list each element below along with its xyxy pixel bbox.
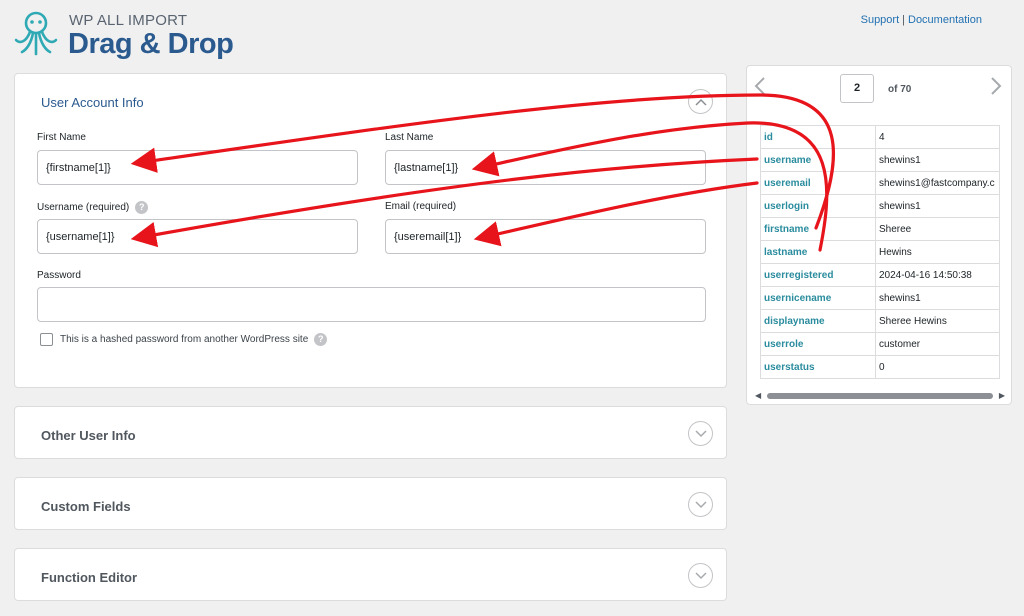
email-field[interactable]: {useremail[1]} <box>385 219 706 254</box>
other-user-info-panel[interactable]: Other User Info <box>14 406 727 459</box>
scroll-right-icon[interactable]: ▶ <box>999 391 1005 400</box>
password-field[interactable] <box>37 287 706 322</box>
table-row: displayname Sheree Hewins <box>760 309 1000 333</box>
table-row: userstatus 0 <box>760 355 1000 379</box>
chevron-down-icon <box>694 500 707 508</box>
hashed-password-label-row: This is a hashed password from another W… <box>60 333 328 346</box>
field-value: 4 <box>875 125 1000 149</box>
field-value: Hewins <box>875 240 1000 264</box>
expand-button[interactable] <box>688 492 713 517</box>
table-row: userlogin shewins1 <box>760 194 1000 218</box>
table-row: usernicename shewins1 <box>760 286 1000 310</box>
first-name-field[interactable]: {firstname[1]} <box>37 150 358 185</box>
chevron-up-icon <box>694 98 707 106</box>
username-label-row: Username (required)? <box>37 201 149 214</box>
username-field[interactable]: {username[1]} <box>37 219 358 254</box>
panel-title: Custom Fields <box>41 499 131 514</box>
table-row: username shewins1 <box>760 148 1000 172</box>
collapse-button[interactable] <box>688 89 713 114</box>
page-number-input[interactable]: 2 <box>840 74 874 103</box>
table-row: userrole customer <box>760 332 1000 356</box>
octopus-logo-icon <box>14 11 58 56</box>
page-total: of 70 <box>888 84 912 95</box>
panel-title: Other User Info <box>41 428 136 443</box>
chevron-left-icon[interactable] <box>754 76 766 96</box>
field-key[interactable]: userregistered <box>760 263 876 287</box>
expand-button[interactable] <box>688 563 713 588</box>
first-name-label: First Name <box>37 132 86 143</box>
email-label: Email (required) <box>385 201 457 212</box>
field-value: shewins1@fastcompany.c <box>875 171 1000 195</box>
field-key[interactable]: username <box>760 148 876 172</box>
scroll-left-icon[interactable]: ◀ <box>755 391 761 400</box>
brand-title: Drag & Drop <box>68 28 234 60</box>
field-key[interactable]: userlogin <box>760 194 876 218</box>
field-key[interactable]: usernicename <box>760 286 876 310</box>
field-value: shewins1 <box>875 148 1000 172</box>
table-row: lastname Hewins <box>760 240 1000 264</box>
table-row: useremail shewins1@fastcompany.c <box>760 171 1000 195</box>
table-row: id 4 <box>760 125 1000 149</box>
record-preview: 2 of 70 id 4 username shewins1 useremail shew… <box>746 65 1012 405</box>
chevron-down-icon <box>694 571 707 579</box>
help-icon[interactable]: ? <box>135 201 149 214</box>
table-row: firstname Sheree <box>760 217 1000 241</box>
table-row: userregistered 2024-04-16 14:50:38 <box>760 263 1000 287</box>
field-key[interactable]: useremail <box>760 171 876 195</box>
panel-title: User Account Info <box>41 95 144 110</box>
function-editor-panel[interactable]: Function Editor <box>14 548 727 601</box>
brand-subtitle: WP ALL IMPORT <box>69 12 188 29</box>
support-link[interactable]: Support <box>861 14 900 26</box>
field-key[interactable]: userstatus <box>760 355 876 379</box>
custom-fields-panel[interactable]: Custom Fields <box>14 477 727 530</box>
field-key[interactable]: displayname <box>760 309 876 333</box>
field-value: customer <box>875 332 1000 356</box>
field-value: 2024-04-16 14:50:38 <box>875 263 1000 287</box>
last-name-label: Last Name <box>385 132 434 143</box>
field-value: 0 <box>875 355 1000 379</box>
user-account-panel: User Account Info First Name {firstname[… <box>14 73 727 388</box>
password-label: Password <box>37 270 81 281</box>
expand-button[interactable] <box>688 421 713 446</box>
field-value: Sheree Hewins <box>875 309 1000 333</box>
hashed-password-checkbox[interactable] <box>40 333 53 346</box>
field-value: shewins1 <box>875 286 1000 310</box>
link-separator: | <box>902 14 905 26</box>
chevron-right-icon[interactable] <box>990 76 1002 96</box>
hashed-password-label: This is a hashed password from another W… <box>60 334 309 346</box>
panel-title: Function Editor <box>41 570 138 585</box>
field-key[interactable]: firstname <box>760 217 876 241</box>
record-table: id 4 username shewins1 useremail shewins1@fas… <box>760 125 1000 379</box>
field-value: shewins1 <box>875 194 1000 218</box>
documentation-link[interactable]: Documentation <box>908 14 982 26</box>
field-key[interactable]: userrole <box>760 332 876 356</box>
field-key[interactable]: lastname <box>760 240 876 264</box>
username-label: Username (required) <box>37 202 130 214</box>
field-key[interactable]: id <box>760 125 876 149</box>
help-icon[interactable]: ? <box>314 333 328 346</box>
chevron-down-icon <box>694 429 707 437</box>
horizontal-scrollbar[interactable]: ◀ ▶ <box>755 391 1005 400</box>
top-links: Support | Documentation <box>861 14 982 26</box>
scroll-thumb[interactable] <box>767 393 993 399</box>
field-value: Sheree <box>875 217 1000 241</box>
last-name-field[interactable]: {lastname[1]} <box>385 150 706 185</box>
